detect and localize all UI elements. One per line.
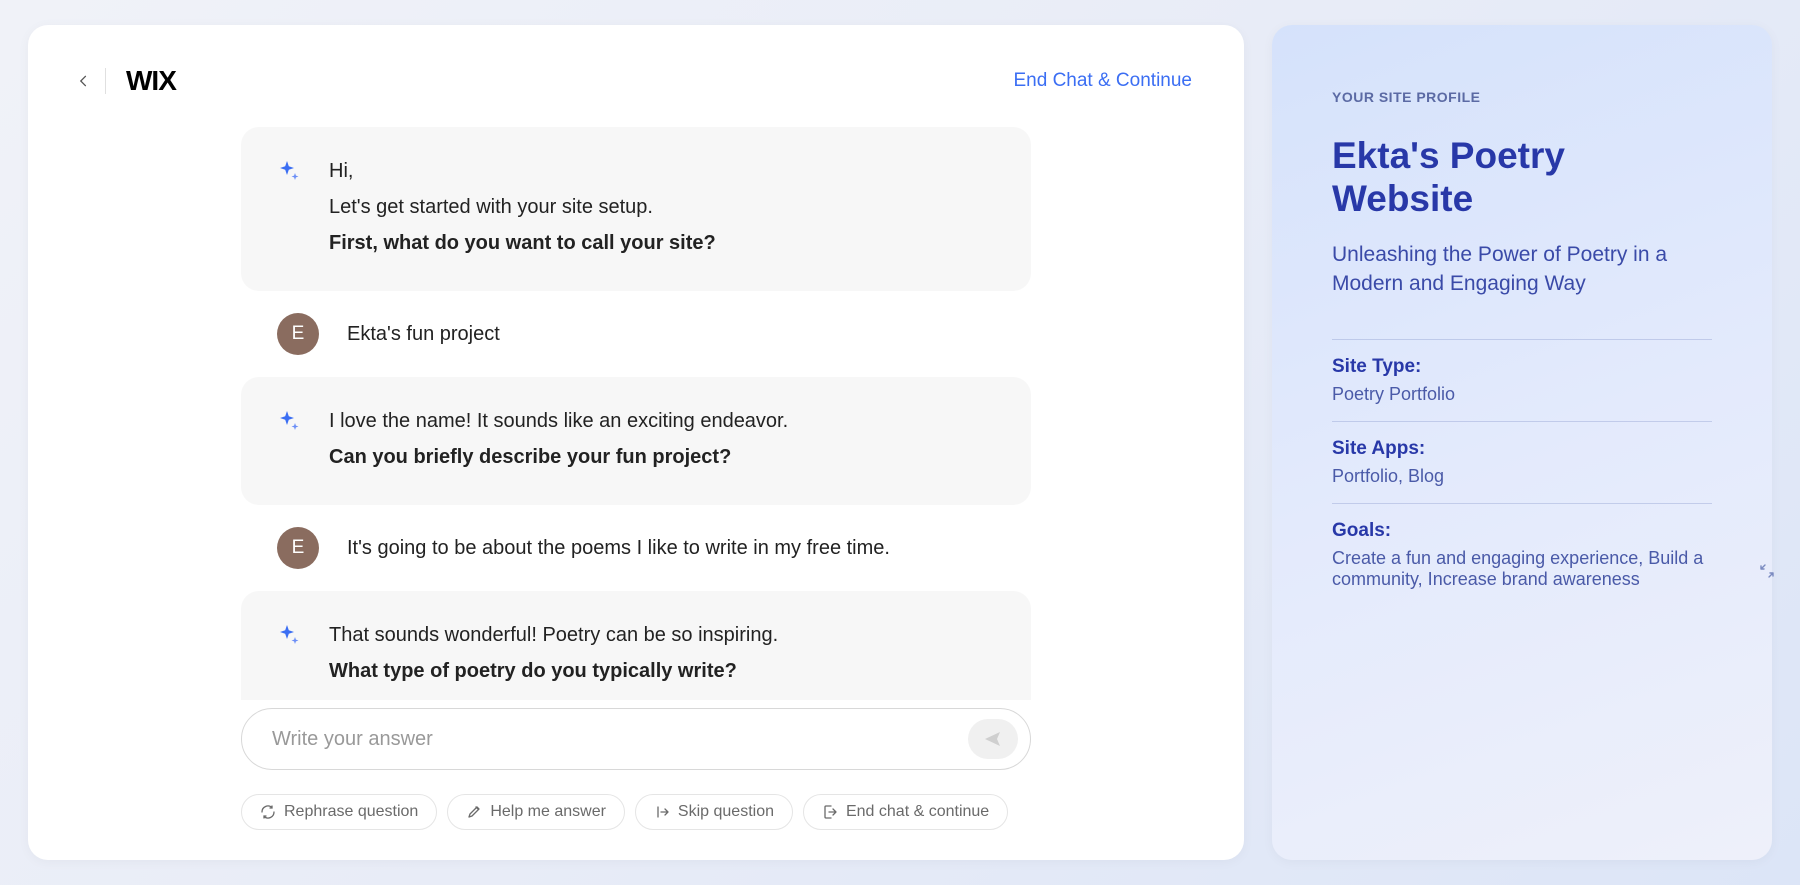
bot-message: Hi, Let's get started with your site setu… <box>241 127 1031 291</box>
sparkle-icon <box>277 159 301 188</box>
message-line: Can you briefly describe your fun projec… <box>329 441 995 473</box>
message-line: Let's get started with your site setup. <box>329 191 995 223</box>
pill-label: Skip question <box>678 803 774 821</box>
help-me-answer-button[interactable]: Help me answer <box>447 794 625 830</box>
answer-input-row <box>241 708 1031 770</box>
collapse-icon <box>1759 563 1775 579</box>
bot-message: I love the name! It sounds like an excit… <box>241 377 1031 505</box>
profile-field-label: Site Apps: <box>1332 438 1712 460</box>
header-left: WIX <box>80 65 176 97</box>
profile-field: Site Type: Poetry Portfolio <box>1332 339 1712 421</box>
profile-fields: Site Type: Poetry Portfolio Site Apps: Port… <box>1332 339 1712 606</box>
bot-message: That sounds wonderful! Poetry can be so … <box>241 591 1031 700</box>
end-chat-continue-link[interactable]: End Chat & Continue <box>1013 70 1192 92</box>
send-icon <box>984 731 1002 747</box>
message-line: First, what do you want to call your sit… <box>329 227 995 259</box>
action-pills-row: Rephrase question Help me answer Skip qu… <box>241 794 1031 830</box>
sparkle-icon <box>277 409 301 438</box>
profile-field: Goals: Create a fun and engaging experien… <box>1332 503 1712 606</box>
expand-handle[interactable] <box>1759 563 1775 582</box>
chevron-left-icon <box>80 74 87 88</box>
messages-list: Hi, Let's get started with your site setu… <box>241 127 1031 700</box>
user-message-text: Ekta's fun project <box>347 323 500 346</box>
end-chat-continue-button[interactable]: End chat & continue <box>803 794 1008 830</box>
bot-message-content: I love the name! It sounds like an excit… <box>329 405 995 477</box>
profile-section-label: YOUR SITE PROFILE <box>1332 89 1712 105</box>
message-line: I love the name! It sounds like an excit… <box>329 405 995 437</box>
sparkle-icon <box>277 623 301 652</box>
wix-logo: WIX <box>126 65 176 97</box>
user-avatar: E <box>277 527 319 569</box>
pill-label: Rephrase question <box>284 803 418 821</box>
exit-icon <box>822 804 838 820</box>
rephrase-question-button[interactable]: Rephrase question <box>241 794 437 830</box>
message-line: What type of poetry do you typically wri… <box>329 655 995 687</box>
answer-input[interactable] <box>272 728 968 751</box>
back-button[interactable] <box>80 68 106 94</box>
header: WIX End Chat & Continue <box>80 65 1192 97</box>
profile-field: Site Apps: Portfolio, Blog <box>1332 421 1712 503</box>
user-message: E It's going to be about the poems I like… <box>241 527 1031 569</box>
skip-icon <box>654 804 670 820</box>
profile-field-label: Site Type: <box>1332 356 1712 378</box>
pencil-icon <box>466 804 482 820</box>
bot-message-content: Hi, Let's get started with your site setu… <box>329 155 995 263</box>
profile-field-value: Portfolio, Blog <box>1332 466 1712 487</box>
refresh-icon <box>260 804 276 820</box>
bot-message-content: That sounds wonderful! Poetry can be so … <box>329 619 995 691</box>
user-message: E Ekta's fun project <box>241 313 1031 355</box>
site-profile-panel: YOUR SITE PROFILE Ekta's Poetry Website … <box>1272 25 1772 860</box>
send-button[interactable] <box>968 719 1018 759</box>
user-message-text: It's going to be about the poems I like … <box>347 537 890 560</box>
profile-field-value: Poetry Portfolio <box>1332 384 1712 405</box>
skip-question-button[interactable]: Skip question <box>635 794 793 830</box>
profile-title: Ekta's Poetry Website <box>1332 135 1712 220</box>
message-line: Hi, <box>329 155 995 187</box>
pill-label: End chat & continue <box>846 803 989 821</box>
profile-subtitle: Unleashing the Power of Poetry in a Mode… <box>1332 240 1712 299</box>
main-chat-panel: WIX End Chat & Continue Hi, Let's get sta… <box>28 25 1244 860</box>
message-line: That sounds wonderful! Poetry can be so … <box>329 619 995 651</box>
pill-label: Help me answer <box>490 803 606 821</box>
user-avatar: E <box>277 313 319 355</box>
profile-field-value: Create a fun and engaging experience, Bu… <box>1332 548 1712 590</box>
profile-field-label: Goals: <box>1332 520 1712 542</box>
chat-container: Hi, Let's get started with your site setu… <box>241 127 1031 700</box>
